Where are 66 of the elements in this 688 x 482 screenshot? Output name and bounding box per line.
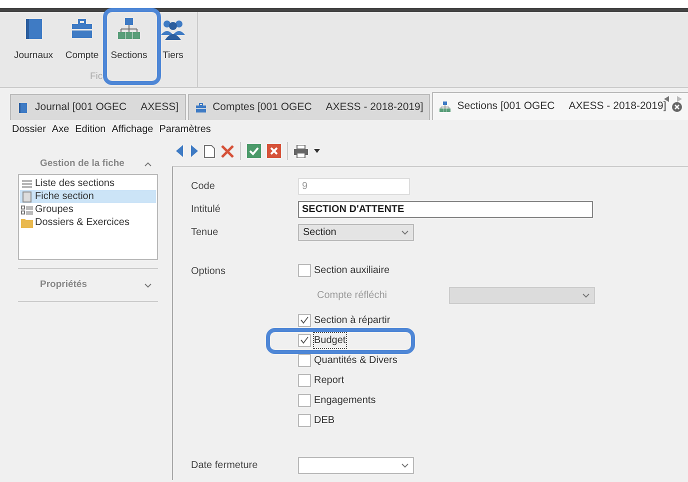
dropdown-field[interactable]: Section: [298, 224, 414, 241]
checkmark-icon: [300, 336, 309, 344]
checkbox-label[interactable]: DEB: [314, 412, 335, 428]
next-icon[interactable]: [190, 145, 198, 157]
panel-header: Propriétés: [40, 278, 87, 292]
menu-item[interactable]: Paramètres: [159, 122, 211, 134]
checkbox[interactable]: [298, 354, 311, 366]
dropdown-caret-icon[interactable]: [401, 230, 409, 235]
field-label: Code: [191, 180, 216, 194]
expand-icon[interactable]: [144, 282, 152, 288]
document-tab[interactable]: Journal [001 OGEC AXESS]: [10, 94, 186, 120]
checkbox-label[interactable]: Section à répartir: [314, 312, 390, 328]
checkbox[interactable]: [298, 264, 311, 276]
list-icon: [21, 204, 33, 216]
print-icon[interactable]: [294, 144, 308, 158]
checkbox[interactable]: [298, 394, 311, 406]
field-label: Intitulé: [191, 203, 222, 217]
field-label: Compte réfléchi: [316, 288, 388, 302]
caret-icon[interactable]: [314, 149, 320, 153]
list-icon: [21, 178, 33, 190]
checkbox[interactable]: [298, 314, 311, 326]
menu-item[interactable]: Edition: [75, 122, 106, 134]
briefcase-icon: [70, 17, 94, 41]
list-item[interactable]: Fiche section: [20, 190, 156, 203]
new-page-icon[interactable]: [204, 144, 215, 158]
briefcase-icon: [194, 102, 207, 114]
ribbon-button[interactable]: Sections: [107, 17, 151, 64]
checkbox[interactable]: [298, 414, 311, 426]
ribbon-button[interactable]: Tiers: [156, 17, 190, 64]
hierarchy-icon: [117, 17, 141, 41]
dropdown-field[interactable]: [298, 457, 414, 474]
menu-item[interactable]: Dossier: [12, 122, 46, 134]
cancel-icon[interactable]: [267, 144, 281, 158]
list-item[interactable]: Dossiers & Exercices: [20, 216, 156, 229]
dropdown-caret-icon[interactable]: [401, 463, 409, 468]
field-label: Options: [191, 265, 226, 279]
checkbox-label[interactable]: Quantités & Divers: [314, 352, 398, 368]
document-tab[interactable]: Comptes [001 OGEC AXESS - 2018-2019]: [188, 94, 430, 120]
menu-item[interactable]: Affichage: [112, 122, 154, 134]
checkbox[interactable]: [298, 334, 311, 346]
close-icon[interactable]: [672, 102, 682, 112]
hierarchy-icon: [439, 100, 452, 112]
checkbox-label[interactable]: Budget: [314, 332, 346, 348]
folder-icon: [21, 216, 33, 228]
list-item[interactable]: Groupes: [20, 203, 156, 216]
field-label: Date fermeture: [191, 459, 259, 473]
menu-item[interactable]: Axe: [52, 122, 70, 134]
panel-header: Gestion de la fiche: [40, 156, 124, 171]
group-label: Fic: [90, 70, 103, 84]
ribbon-button[interactable]: Compte: [62, 17, 102, 64]
list-item[interactable]: Liste des sections: [20, 177, 156, 190]
document-tab[interactable]: Sections [001 OGEC AXESS - 2018-2019]: [432, 92, 688, 120]
checkbox-label[interactable]: Section auxiliaire: [314, 262, 390, 278]
book-icon: [17, 102, 29, 114]
validate-icon[interactable]: [247, 144, 261, 158]
previous-icon[interactable]: [176, 145, 184, 157]
collapse-icon[interactable]: [144, 162, 152, 166]
delete-icon[interactable]: [221, 144, 234, 158]
checkmark-icon: [300, 316, 309, 324]
checkbox-label[interactable]: Engagements: [314, 392, 376, 408]
ribbon-button[interactable]: Journaux: [10, 17, 57, 64]
checkbox[interactable]: [298, 374, 311, 386]
page-icon: [21, 190, 33, 202]
input-field[interactable]: SECTION D'ATTENTE: [298, 201, 593, 218]
checkbox-label[interactable]: Report: [314, 372, 344, 388]
field-label: Tenue: [191, 226, 220, 240]
